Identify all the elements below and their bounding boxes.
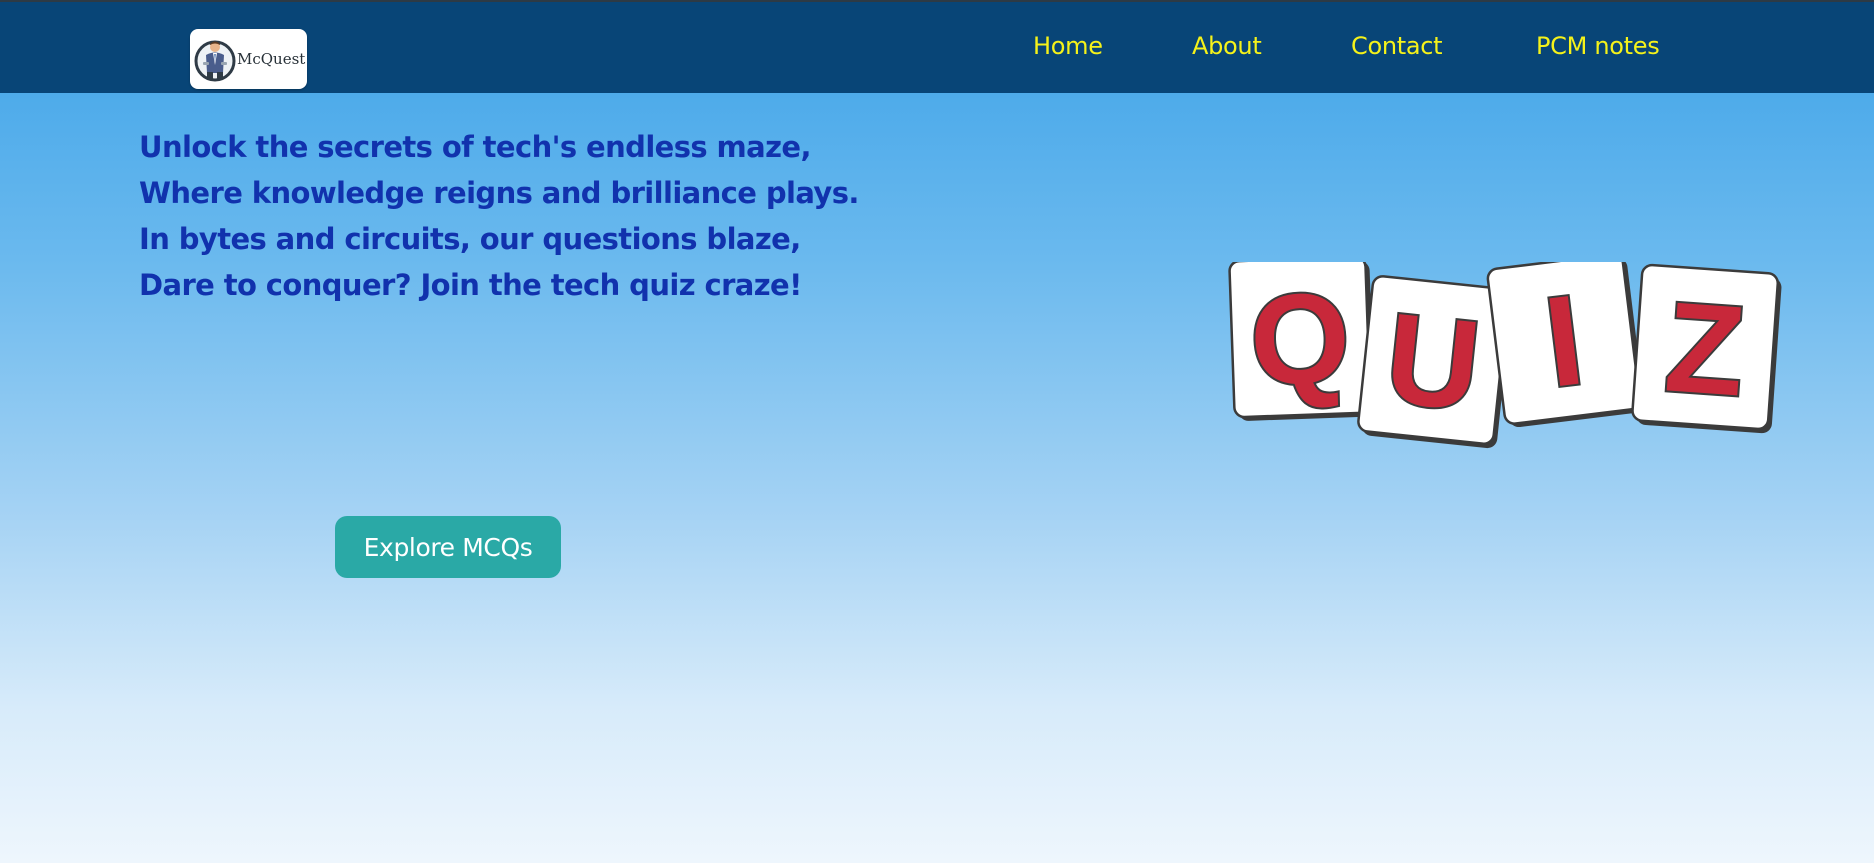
logo-text: McQuest — [237, 50, 306, 68]
quiz-tile-i: I — [1486, 262, 1645, 428]
tile-letter: Q — [1248, 266, 1352, 412]
explore-mcqs-button[interactable]: Explore MCQs — [335, 516, 561, 578]
nav-home-link[interactable]: Home — [1033, 32, 1103, 60]
quiz-tile-z: Z — [1631, 263, 1782, 434]
poem-line: Unlock the secrets of tech's endless maz… — [139, 130, 812, 164]
mcquest-logo[interactable]: McQuest — [190, 29, 307, 89]
nav-pcm-notes-link[interactable]: PCM notes — [1536, 32, 1660, 60]
quiz-tile-q: Q — [1228, 262, 1375, 421]
hero-poem: Unlock the secrets of tech's endless maz… — [139, 124, 899, 308]
poem-line: Where knowledge reigns and brilliance pl… — [139, 176, 859, 210]
nav-contact-link[interactable]: Contact — [1351, 32, 1443, 60]
poem-line: Dare to conquer? Join the tech quiz craz… — [139, 268, 802, 302]
nav-about-link[interactable]: About — [1192, 32, 1262, 60]
tile-letter: Z — [1661, 275, 1749, 423]
quiz-tiles-illustration: Q U I Z — [1228, 262, 1782, 449]
tile-letter: U — [1380, 287, 1487, 439]
person-avatar-icon — [194, 40, 236, 82]
top-navbar: McQuest Home About Contact PCM notes — [0, 0, 1874, 93]
poem-line: In bytes and circuits, our questions bla… — [139, 222, 801, 256]
